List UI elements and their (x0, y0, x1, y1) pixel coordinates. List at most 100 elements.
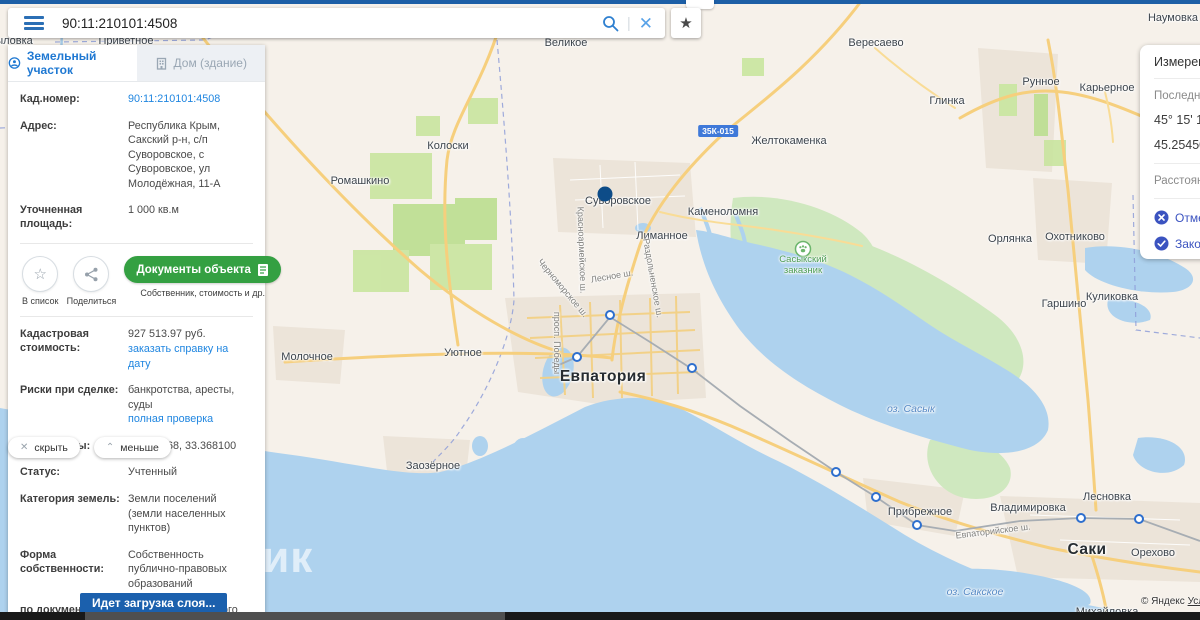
document-icon (257, 263, 268, 276)
tab-label: Дом (здание) (173, 56, 247, 70)
station-marker[interactable] (605, 310, 615, 320)
menu-icon[interactable] (24, 16, 44, 30)
selected-parcel-marker[interactable] (597, 186, 613, 202)
field-value-link[interactable]: 90:11:210101:4508 (128, 92, 253, 107)
cancel-measurement-button[interactable]: Отменить (1154, 210, 1200, 225)
share-icon (84, 267, 98, 282)
station-marker[interactable] (912, 520, 922, 530)
search-input[interactable] (60, 14, 602, 32)
copyright-text: © Яндекс (1141, 596, 1185, 607)
field-value: 90:11:210101:4508 (128, 92, 253, 107)
divider (20, 243, 253, 245)
field-value: Республика Крым, Сакский р-н, с/п Суворо… (128, 119, 221, 190)
measurement-panel: Измерение Последняя 45° 15' 16. 45.25450… (1140, 45, 1200, 259)
field-value: Учтенный (128, 466, 178, 479)
terms-link[interactable]: Условия (1188, 596, 1200, 607)
finish-measurement-button[interactable]: Закончить (1154, 236, 1200, 251)
favorites-button[interactable]: ★ (671, 8, 701, 38)
map-label: Желтокаменка (751, 135, 827, 147)
map-label: Сасыкский заказник (779, 254, 827, 276)
field-value: Земли поселений (земли населенных пункто… (128, 492, 226, 535)
tab-house-building[interactable]: Дом (здание) (136, 45, 265, 81)
station-marker[interactable] (572, 352, 582, 362)
measurement-title: Измерение (1154, 55, 1200, 79)
field-value: Собственность публично-правовых образова… (128, 548, 227, 590)
panel-field-row: Статус: Учтенный (20, 465, 253, 480)
map-label: Каменоломня (687, 206, 759, 218)
map-label: оз. Сасык (887, 403, 935, 415)
map-label: Наумовка (1147, 12, 1199, 24)
search-icon[interactable] (602, 15, 619, 32)
object-documents-label: Документы объекта (136, 263, 251, 276)
map-label: Ромашкино (330, 175, 390, 187)
cancel-circle-icon (1154, 210, 1169, 225)
road-badge: 35К-015 (698, 125, 738, 137)
field-label: Риски при сделке: (20, 384, 119, 397)
panel-controls: ✕ скрыть ⌃ меньше (8, 437, 171, 458)
map-label: Лесновка (1082, 491, 1132, 503)
map-label: Гаршино (1041, 298, 1087, 310)
field-label: Форма собственности: (20, 548, 104, 575)
share-button[interactable] (73, 256, 110, 293)
field-label: Кад.номер: (20, 93, 80, 105)
search-bar: | ✕ (8, 8, 665, 38)
station-marker[interactable] (1076, 513, 1086, 523)
distance-label: Расстояние (1154, 175, 1200, 187)
panel-field-row: Адрес: Республика Крым, Сакский р-н, с/п … (20, 119, 253, 192)
map-label: Рунное (1022, 76, 1060, 88)
field-label: Кадастровая стоимость: (20, 328, 89, 355)
building-icon (156, 57, 166, 70)
hide-label: скрыть (34, 441, 68, 454)
map-label: Колоски (427, 140, 469, 152)
panel-field-row: Категория земель: Земли поселений (земли … (20, 492, 253, 536)
tab-land-parcel[interactable]: Земельный участок (8, 45, 137, 81)
chevron-up-icon: ⌃ (105, 442, 115, 453)
panel-field-row: Кад.номер: 90:11:210101:4508 (20, 92, 253, 107)
field-label: Категория земель: (20, 492, 120, 505)
map-label: просп. Победы (552, 311, 562, 375)
action-row: ☆ В список Поделиться Документы объекта … (20, 254, 281, 306)
map-label: Евпатория (559, 368, 647, 385)
map-label: Владимировка (990, 502, 1066, 514)
field-label: Адрес: (20, 119, 57, 132)
collapse-panel-button[interactable]: ⌃ меньше (93, 437, 171, 458)
bottom-scrollbar-thumb[interactable] (85, 612, 505, 620)
map-attribution: © Яндекс Условия (1141, 596, 1200, 607)
map-label: Молочное (281, 351, 333, 363)
field-value: банкротства, аресты, суды полная проверка (128, 383, 253, 427)
field-value: 1 000 кв.м (128, 204, 179, 217)
object-tabs: Земельный участок Дом (здание) (8, 45, 265, 82)
close-icon: ✕ (20, 442, 29, 453)
field-action-link[interactable]: полная проверка (128, 412, 253, 427)
object-documents-button[interactable]: Документы объекта (124, 256, 281, 284)
map-label: Охотниково (1045, 231, 1105, 243)
less-label: меньше (120, 441, 159, 454)
cancel-label: Отменить (1175, 210, 1200, 225)
add-to-list-button[interactable]: ☆ (22, 256, 59, 293)
clear-search-icon[interactable]: ✕ (639, 15, 653, 32)
map-label: Заозёрное (405, 460, 461, 472)
hide-panel-button[interactable]: ✕ скрыть (8, 437, 80, 458)
coordinate-decimal: 45.254505 (1154, 138, 1200, 152)
station-marker[interactable] (1134, 514, 1144, 524)
station-marker[interactable] (831, 467, 841, 477)
station-marker[interactable] (687, 363, 697, 373)
fields-more: Кадастровая стоимость: 927 513.97 руб. зак… (20, 327, 253, 620)
panel-field-row: Уточненная площадь: 1 000 кв.м (20, 203, 253, 231)
panel-field-row: Риски при сделке: банкротства, аресты, су… (20, 383, 253, 427)
map-label: оз. Сакское (946, 586, 1004, 598)
map-label: Куликовка (1085, 291, 1139, 303)
finish-check-icon (1154, 236, 1169, 251)
land-parcel-icon (8, 57, 21, 69)
field-action-link[interactable]: заказать справку на дату (128, 342, 253, 371)
divider (1154, 163, 1200, 164)
divider (1154, 198, 1200, 199)
station-marker[interactable] (871, 492, 881, 502)
field-label: Уточненная площадь: (20, 204, 83, 231)
divider (20, 316, 253, 318)
panel-field-row: Кадастровая стоимость: 927 513.97 руб. зак… (20, 327, 253, 371)
field-label: Статус: (20, 466, 60, 479)
search-divider: | (626, 14, 631, 32)
tab-label: Земельный участок (26, 49, 97, 77)
top-blue-strip (0, 0, 1200, 4)
